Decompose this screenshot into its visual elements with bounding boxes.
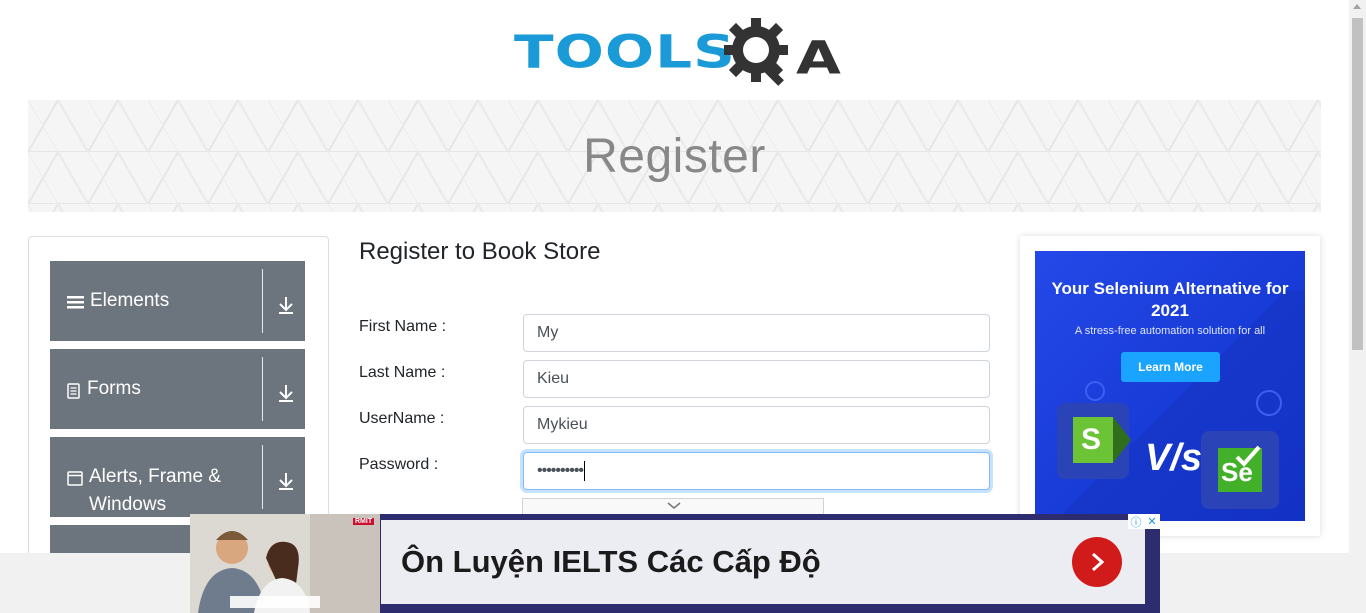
last-name-input[interactable]: Kieu: [523, 360, 990, 398]
ad-info-icon[interactable]: ⓘ: [1128, 514, 1144, 529]
username-input[interactable]: Mykieu: [523, 406, 990, 444]
sidebar-group-alerts[interactable]: Alerts, Frame & Windows: [50, 437, 305, 517]
chevron-right-icon: [1092, 552, 1105, 572]
ad-brand: RMIT: [353, 518, 375, 525]
password-value: ••••••••••: [537, 462, 584, 479]
page: TOOLS A Register Elements Forms Alerts, …: [0, 0, 1366, 613]
sidebar-group-label: Alerts, Frame & Windows: [89, 466, 221, 515]
page-title: Register: [583, 129, 766, 183]
divider: [262, 445, 263, 509]
password-input[interactable]: ••••••••••: [523, 452, 990, 490]
document-icon: [67, 383, 80, 399]
sidebar-group-forms[interactable]: Forms: [50, 349, 305, 429]
gear-magnifier-icon: [724, 18, 788, 86]
divider: [262, 357, 263, 421]
form-title: Register to Book Store: [359, 238, 601, 265]
ad-text-panel[interactable]: Ôn Luyện IELTS Các Cấp Độ: [381, 520, 1145, 604]
ad-next-button[interactable]: [1072, 537, 1122, 587]
hamburger-icon: [67, 296, 84, 309]
scroll-up-arrow-icon[interactable]: [1353, 4, 1361, 9]
logo-text: TOOLS: [514, 25, 736, 79]
check-icon: [1235, 445, 1261, 467]
scroll-thumb[interactable]: [1352, 18, 1363, 350]
sidebar-group-label: Elements: [90, 290, 170, 311]
s-logo-label: S: [1081, 423, 1102, 456]
ad-promo: [380, 514, 381, 613]
download-icon: [279, 385, 293, 402]
sidebar-group-label: Forms: [87, 378, 141, 399]
ad-headline: Your Selenium Alternative for 2021: [1051, 279, 1289, 320]
ad-headline: Ôn Luyện IELTS Các Cấp Độ: [401, 544, 821, 579]
last-name-label: Last Name :: [359, 364, 446, 381]
sidebar-group-elements[interactable]: Elements: [50, 261, 305, 341]
logo-suffix: A: [796, 31, 841, 85]
download-icon: [279, 473, 293, 490]
ad-controls[interactable]: ⓘ ✕: [1128, 514, 1160, 529]
chevron-down-icon: [667, 502, 681, 509]
password-label: Password :: [359, 456, 439, 473]
download-icon: [279, 297, 293, 314]
ad-promo-line1: Ưu đãi lên đến: [310, 552, 350, 558]
versus-label: V/s: [1145, 437, 1203, 479]
page-banner: Register: [28, 100, 1321, 212]
ad-close-icon[interactable]: ✕: [1144, 514, 1160, 529]
window-icon: [67, 471, 83, 486]
text-caret: [584, 461, 586, 481]
right-ad[interactable]: Your Selenium Alternative for 2021 A str…: [1020, 236, 1320, 536]
username-value: Mykieu: [537, 416, 588, 433]
ad-promo-line2: 16 triệu đồng học phí: [310, 560, 366, 566]
first-name-input[interactable]: My: [523, 314, 990, 352]
last-name-value: Kieu: [537, 370, 570, 387]
first-name-label: First Name :: [359, 318, 447, 335]
page-scrollbar[interactable]: [1349, 0, 1366, 613]
toolsqa-logo[interactable]: TOOLS A: [514, 14, 841, 90]
divider: [262, 269, 263, 333]
learn-more-button[interactable]: Learn More: [1121, 352, 1220, 382]
first-name-value: My: [537, 324, 559, 341]
username-label: UserName :: [359, 410, 445, 427]
ad-subline: A stress-free automation solution for al…: [1074, 325, 1266, 337]
ad-creative[interactable]: Your Selenium Alternative for 2021 A str…: [1035, 251, 1305, 521]
bottom-ad[interactable]: Ôn Luyện IELTS Các Cấp Độ RMIT Ưu đãi lê…: [190, 514, 1160, 613]
